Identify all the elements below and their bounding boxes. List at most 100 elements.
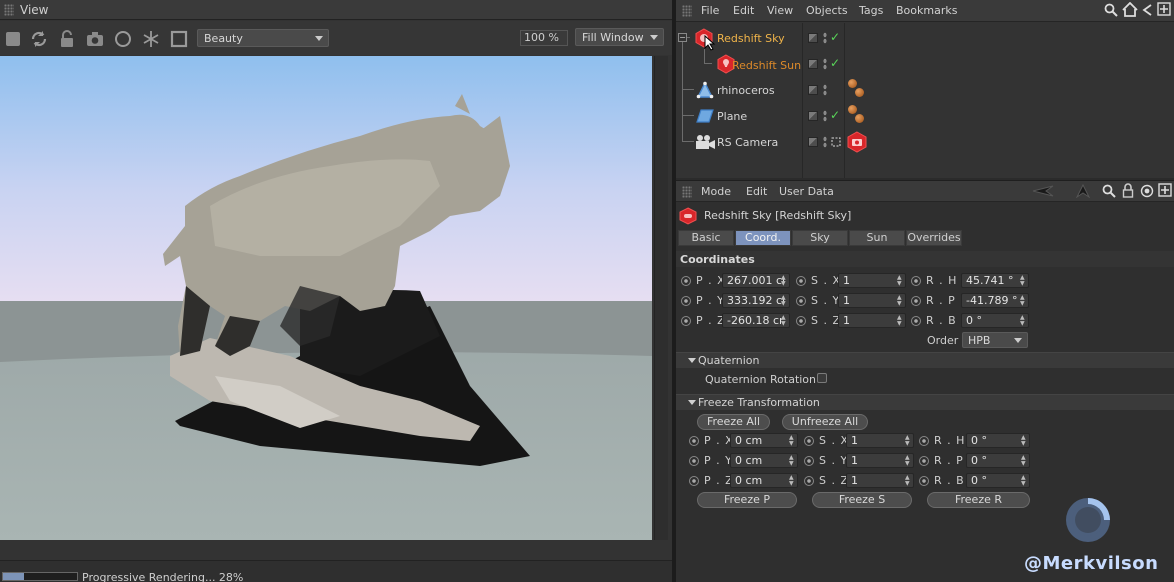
scale-y-field[interactable]: 1 ▲ ▼ bbox=[838, 293, 906, 308]
tab-coord[interactable]: Coord. bbox=[735, 230, 791, 246]
material-tag-icon[interactable] bbox=[848, 105, 857, 114]
freeze-p-button[interactable]: Freeze P bbox=[697, 492, 797, 508]
panel-grip-icon[interactable] bbox=[682, 186, 692, 198]
keyframe-radio[interactable] bbox=[796, 316, 806, 326]
freeze-s-button[interactable]: Freeze S bbox=[812, 492, 912, 508]
tab-sun[interactable]: Sun bbox=[849, 230, 905, 246]
keyframe-radio[interactable] bbox=[796, 276, 806, 286]
keyframe-radio[interactable] bbox=[919, 476, 929, 486]
position-z-field[interactable]: -260.18 cr ▲ ▼ bbox=[722, 313, 790, 328]
keyframe-radio[interactable] bbox=[681, 316, 691, 326]
object-row-plane[interactable]: Plane ✓ bbox=[676, 103, 1174, 129]
stop-icon[interactable] bbox=[3, 29, 23, 49]
keyframe-radio[interactable] bbox=[911, 276, 921, 286]
panel-grip-icon[interactable] bbox=[4, 4, 14, 16]
editor-visibility-icon[interactable] bbox=[808, 111, 818, 121]
freeze-scale-y-field[interactable]: 1 ▲ ▼ bbox=[846, 453, 914, 468]
position-x-field[interactable]: 267.001 ci ▲ ▼ bbox=[722, 273, 790, 288]
zoom-field[interactable]: 100 % bbox=[520, 30, 568, 46]
editor-visibility-icon[interactable] bbox=[808, 85, 818, 95]
keyframe-radio[interactable] bbox=[689, 436, 699, 446]
arrow-up-icon[interactable] bbox=[1076, 184, 1090, 198]
keyframe-radio[interactable] bbox=[681, 276, 691, 286]
keyframe-radio[interactable] bbox=[689, 456, 699, 466]
freeze-scale-x-field[interactable]: 1 ▲ ▼ bbox=[846, 433, 914, 448]
freeze-r-button[interactable]: Freeze R bbox=[927, 492, 1030, 508]
render-pass-dropdown[interactable]: Beauty bbox=[197, 29, 329, 47]
freeze-scale-z-field[interactable]: 1 ▲ ▼ bbox=[846, 473, 914, 488]
enabled-check-icon[interactable]: ✓ bbox=[830, 56, 840, 70]
render-image[interactable] bbox=[0, 56, 652, 540]
circle-icon[interactable] bbox=[113, 29, 133, 49]
material-tag-icon[interactable] bbox=[855, 88, 864, 97]
object-row-redshift-sky[interactable]: Redshift Sky ✓ bbox=[676, 25, 1174, 51]
rotation-h-field[interactable]: 45.741 ° ▲ ▼ bbox=[961, 273, 1029, 288]
search-icon[interactable] bbox=[1104, 3, 1118, 17]
keyframe-radio[interactable] bbox=[919, 436, 929, 446]
rotation-p-field[interactable]: -41.789 ° ▲ ▼ bbox=[961, 293, 1029, 308]
freeze-rotation-b-field[interactable]: 0 ° ▲ ▼ bbox=[966, 473, 1030, 488]
keyframe-radio[interactable] bbox=[689, 476, 699, 486]
back-arrow-icon[interactable] bbox=[1032, 185, 1054, 197]
lock-icon[interactable] bbox=[1122, 183, 1134, 198]
object-row-rhinoceros[interactable]: rhinoceros bbox=[676, 77, 1174, 103]
material-tag-icon[interactable] bbox=[848, 79, 857, 88]
menu-objects[interactable]: Objects bbox=[806, 4, 848, 17]
object-row-redshift-sun[interactable]: Redshift Sun ✓ bbox=[676, 51, 1174, 77]
redshift-camera-tag-icon[interactable] bbox=[846, 131, 868, 153]
menu-tags[interactable]: Tags bbox=[859, 4, 883, 17]
rotation-order-dropdown[interactable]: HPB bbox=[962, 332, 1028, 348]
menu-edit[interactable]: Edit bbox=[746, 185, 767, 198]
enabled-check-icon[interactable]: ✓ bbox=[830, 108, 840, 122]
tab-sky[interactable]: Sky bbox=[792, 230, 848, 246]
unfreeze-all-button[interactable]: Unfreeze All bbox=[782, 414, 868, 430]
keyframe-radio[interactable] bbox=[919, 456, 929, 466]
menu-edit[interactable]: Edit bbox=[733, 4, 754, 17]
menu-mode[interactable]: Mode bbox=[701, 185, 731, 198]
quaternion-section-header[interactable]: Quaternion bbox=[676, 352, 1174, 368]
editor-visibility-icon[interactable] bbox=[808, 33, 818, 43]
freeze-position-y-field[interactable]: 0 cm ▲ ▼ bbox=[730, 453, 798, 468]
render-visibility-dots[interactable] bbox=[823, 110, 827, 122]
search-icon[interactable] bbox=[1102, 184, 1116, 198]
camera-icon[interactable] bbox=[85, 29, 105, 49]
vertical-scrollbar[interactable] bbox=[654, 56, 668, 540]
material-tag-icon[interactable] bbox=[855, 114, 864, 123]
square-icon[interactable] bbox=[169, 29, 189, 49]
render-visibility-dots[interactable] bbox=[823, 84, 827, 96]
tab-basic[interactable]: Basic bbox=[678, 230, 734, 246]
home-icon[interactable] bbox=[1122, 2, 1138, 17]
freeze-rotation-p-field[interactable]: 0 ° ▲ ▼ bbox=[966, 453, 1030, 468]
freeze-position-z-field[interactable]: 0 cm ▲ ▼ bbox=[730, 473, 798, 488]
keyframe-radio[interactable] bbox=[681, 296, 691, 306]
position-y-field[interactable]: 333.192 ci ▲ ▼ bbox=[722, 293, 790, 308]
keyframe-radio[interactable] bbox=[804, 456, 814, 466]
arrow-left-icon[interactable] bbox=[1141, 4, 1153, 16]
render-visibility-dots[interactable] bbox=[823, 58, 827, 70]
freeze-position-x-field[interactable]: 0 cm ▲ ▼ bbox=[730, 433, 798, 448]
freeze-rotation-h-field[interactable]: 0 ° ▲ ▼ bbox=[966, 433, 1030, 448]
freeze-transformation-section-header[interactable]: Freeze Transformation bbox=[676, 394, 1174, 410]
expand-icon[interactable] bbox=[1157, 2, 1171, 16]
target-icon[interactable] bbox=[831, 137, 841, 147]
menu-user-data[interactable]: User Data bbox=[779, 185, 834, 198]
lock-icon[interactable] bbox=[57, 29, 77, 49]
quaternion-rotation-checkbox[interactable] bbox=[817, 373, 827, 383]
menu-view[interactable]: View bbox=[767, 4, 793, 17]
render-visibility-dots[interactable] bbox=[823, 136, 827, 148]
keyframe-radio[interactable] bbox=[804, 476, 814, 486]
editor-visibility-icon[interactable] bbox=[808, 137, 818, 147]
menu-bookmarks[interactable]: Bookmarks bbox=[896, 4, 957, 17]
keyframe-radio[interactable] bbox=[804, 436, 814, 446]
object-row-rs-camera[interactable]: RS Camera bbox=[676, 129, 1174, 155]
keyframe-radio[interactable] bbox=[911, 296, 921, 306]
target-icon[interactable] bbox=[1140, 184, 1154, 198]
snowflake-icon[interactable] bbox=[141, 29, 161, 49]
rotation-b-field[interactable]: 0 ° ▲ ▼ bbox=[961, 313, 1029, 328]
freeze-all-button[interactable]: Freeze All bbox=[697, 414, 770, 430]
refresh-icon[interactable] bbox=[29, 29, 49, 49]
fit-mode-dropdown[interactable]: Fill Window bbox=[575, 28, 664, 46]
panel-grip-icon[interactable] bbox=[682, 5, 692, 17]
render-visibility-dots[interactable] bbox=[823, 32, 827, 44]
keyframe-radio[interactable] bbox=[796, 296, 806, 306]
